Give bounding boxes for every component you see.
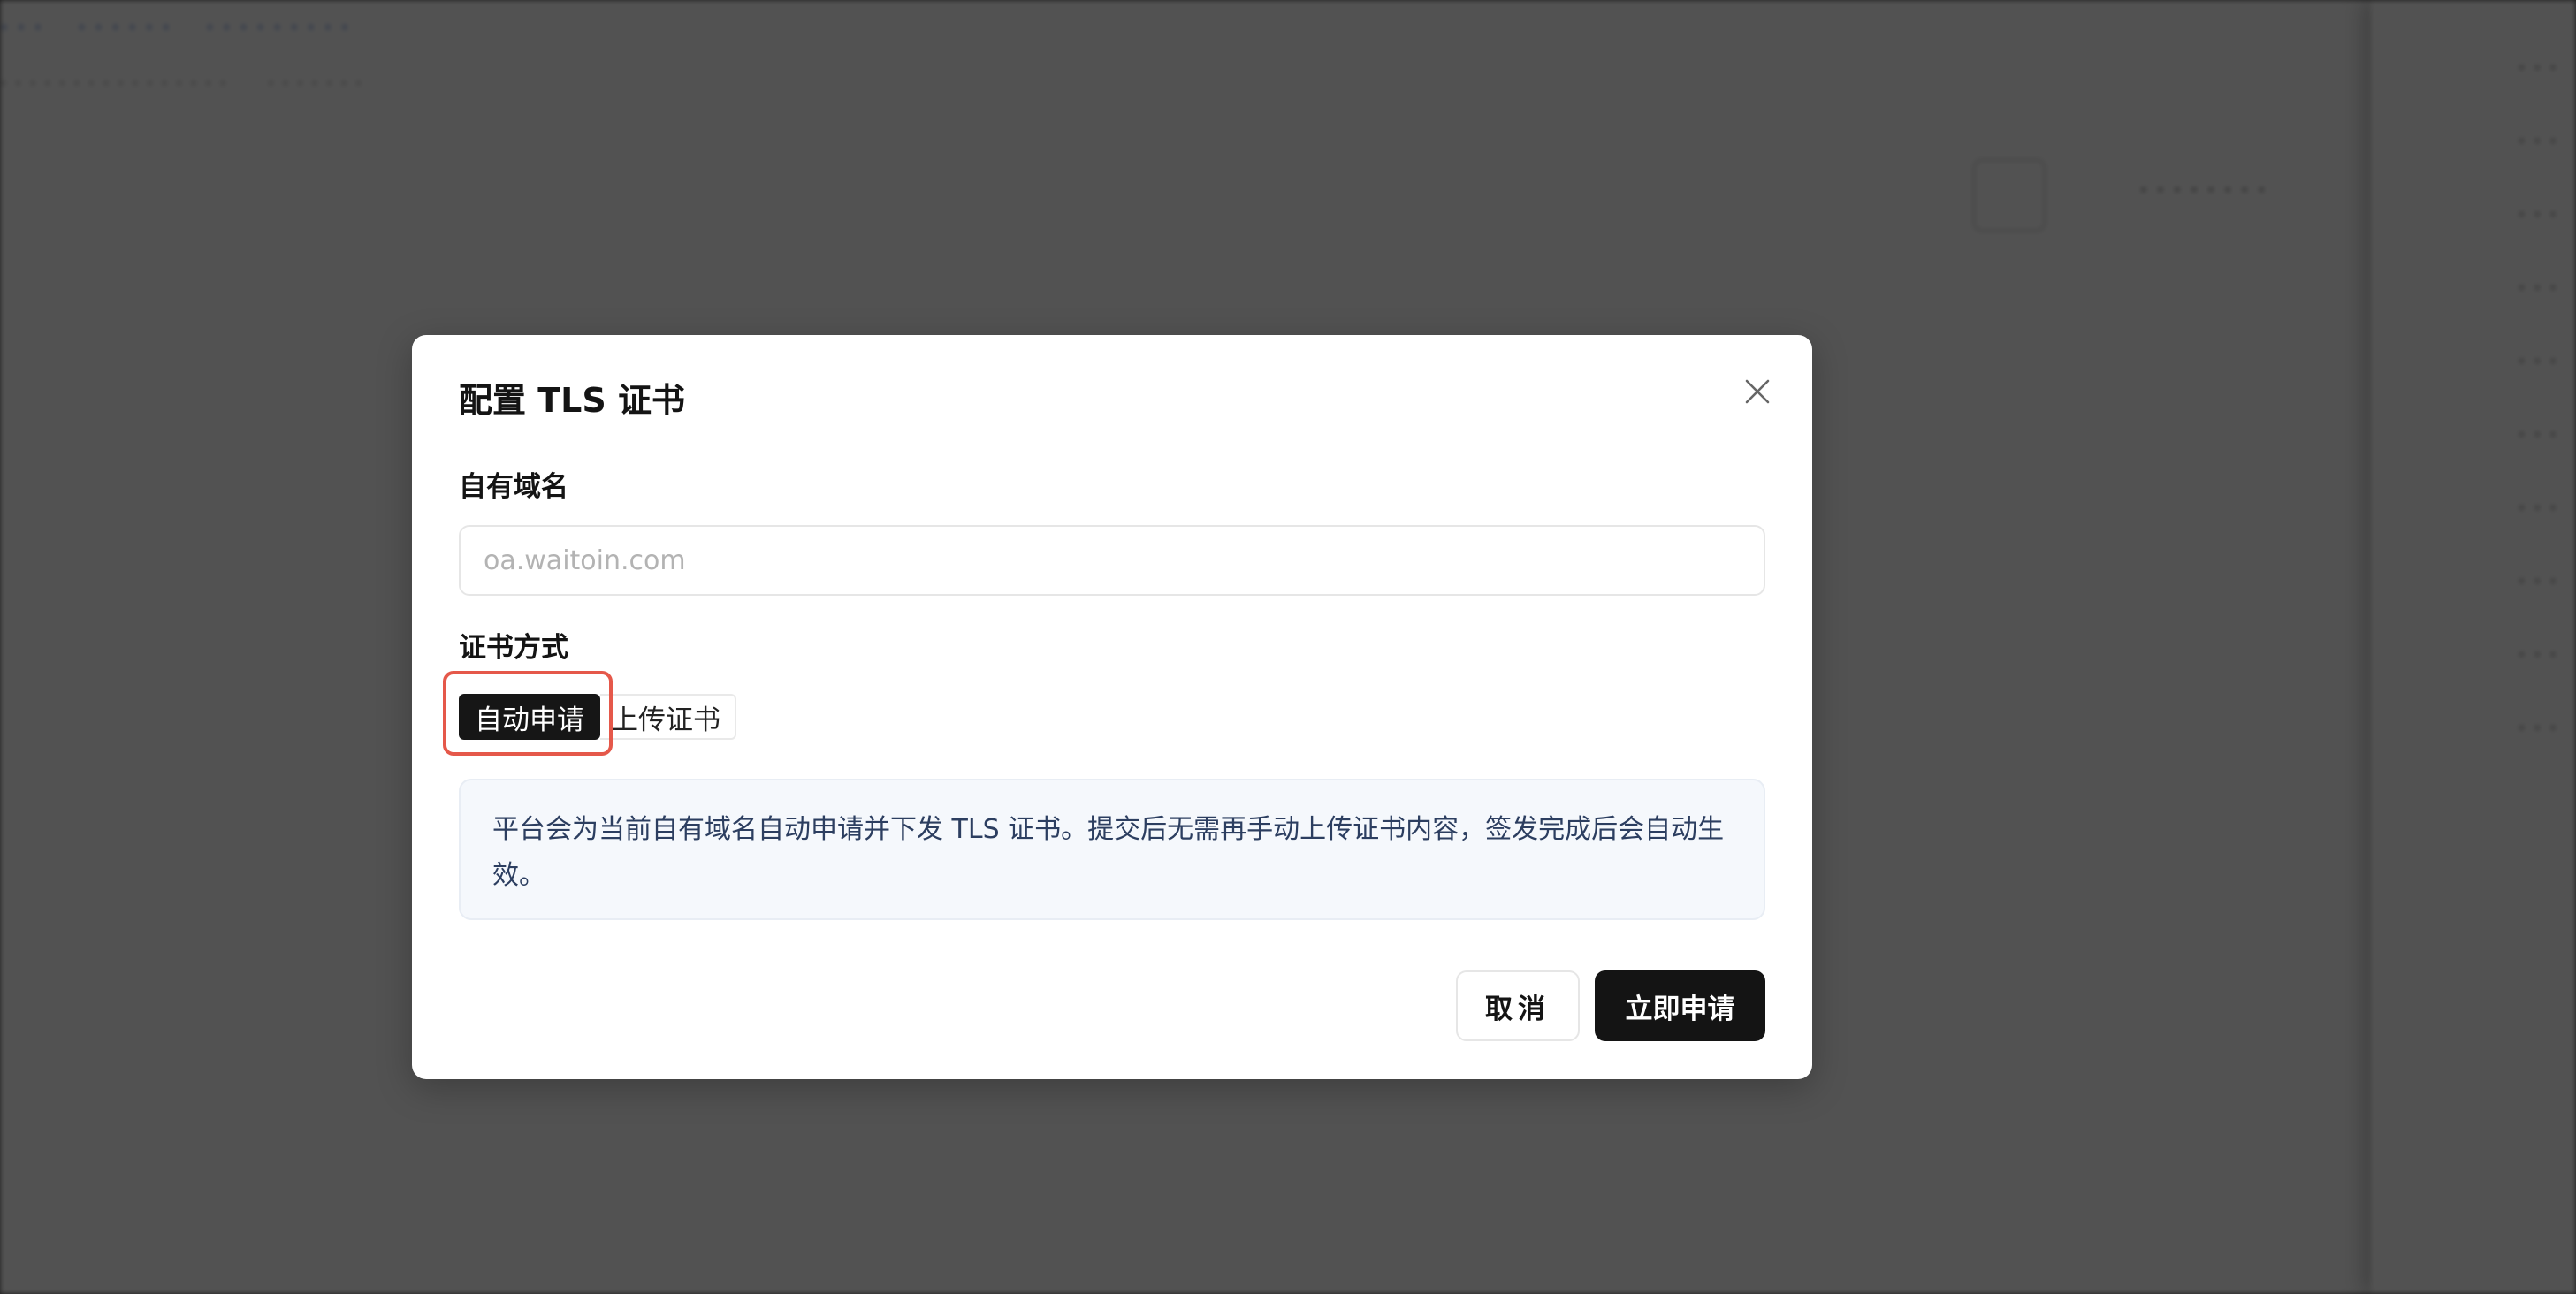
domain-input[interactable] [459, 525, 1765, 596]
cancel-button[interactable]: 取消 [1456, 970, 1580, 1041]
dialog-title: 配置 TLS 证书 [459, 381, 685, 420]
certificate-method-switch: 自动申请 上传证书 [459, 694, 736, 740]
info-notice: 平台会为当前自有域名自动申请并下发 TLS 证书。提交后无需再手动上传证书内容，… [459, 779, 1765, 920]
close-icon [1745, 379, 1770, 404]
close-button[interactable] [1736, 370, 1779, 413]
method-option-auto[interactable]: 自动申请 [459, 694, 600, 740]
domain-label: 自有域名 [459, 471, 568, 503]
method-label: 证书方式 [459, 632, 568, 664]
tls-certificate-dialog: 配置 TLS 证书 自有域名 证书方式 自动申请 上传证书 平台会为当前自有域名… [412, 335, 1812, 1079]
submit-button[interactable]: 立即申请 [1595, 970, 1765, 1041]
method-option-upload[interactable]: 上传证书 [600, 694, 736, 740]
